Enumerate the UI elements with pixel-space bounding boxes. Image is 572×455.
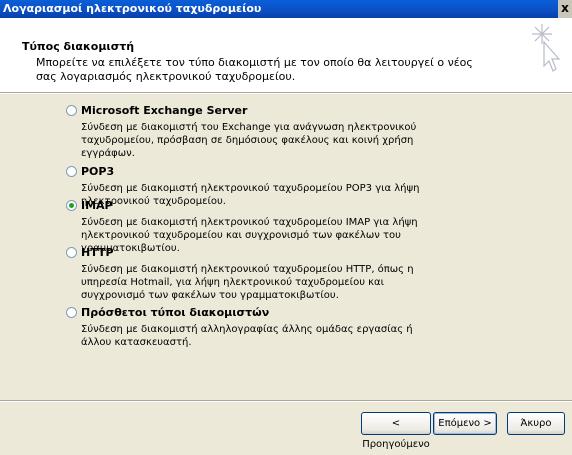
option-description: Σύνδεση με διακομιστή ηλεκτρονικού ταχυδ…: [81, 183, 420, 207]
radio-imap[interactable]: [66, 200, 77, 211]
title-bar[interactable]: Λογαριασμοί ηλεκτρονικού ταχυδρομείου: [0, 0, 572, 18]
option-label[interactable]: Microsoft Exchange Server: [81, 104, 247, 117]
option-label[interactable]: Πρόσθετοι τύποι διακομιστών: [81, 306, 269, 319]
radio-pop3[interactable]: [66, 166, 77, 177]
cancel-button[interactable]: Άκυρο: [507, 412, 565, 435]
radio-additional[interactable]: [66, 307, 77, 318]
option-label[interactable]: POP3: [81, 165, 114, 178]
option-label[interactable]: IMAP: [81, 199, 113, 212]
back-button[interactable]: < Προηγούμενο: [361, 412, 431, 450]
page-title: Τύπος διακομιστή: [22, 40, 135, 53]
option-description: Σύνδεση με διακομιστή αλληλογραφίας άλλη…: [81, 324, 413, 348]
close-button[interactable]: x: [558, 0, 572, 18]
wizard-sparkle-icon: [532, 24, 561, 72]
wizard-header: Τύπος διακομιστή Μπορείτε να επιλέξετε τ…: [0, 18, 572, 92]
window-title: Λογαριασμοί ηλεκτρονικού ταχυδρομείου: [3, 2, 262, 15]
header-divider-highlight: [0, 93, 572, 94]
next-button[interactable]: Επόμενο >: [433, 412, 497, 435]
option-description: Σύνδεση με διακομιστή του Exchange για α…: [81, 122, 417, 159]
page-description: Μπορείτε να επιλέξετε τον τύπο διακομιστ…: [36, 56, 473, 83]
option-label[interactable]: HTTP: [81, 246, 114, 259]
radio-exchange[interactable]: [66, 105, 77, 116]
footer-divider-highlight: [0, 401, 572, 402]
radio-http[interactable]: [66, 247, 77, 258]
option-description: Σύνδεση με διακομιστή ηλεκτρονικού ταχυδ…: [81, 264, 414, 301]
option-description: Σύνδεση με διακομιστή ηλεκτρονικού ταχυδ…: [81, 217, 418, 254]
